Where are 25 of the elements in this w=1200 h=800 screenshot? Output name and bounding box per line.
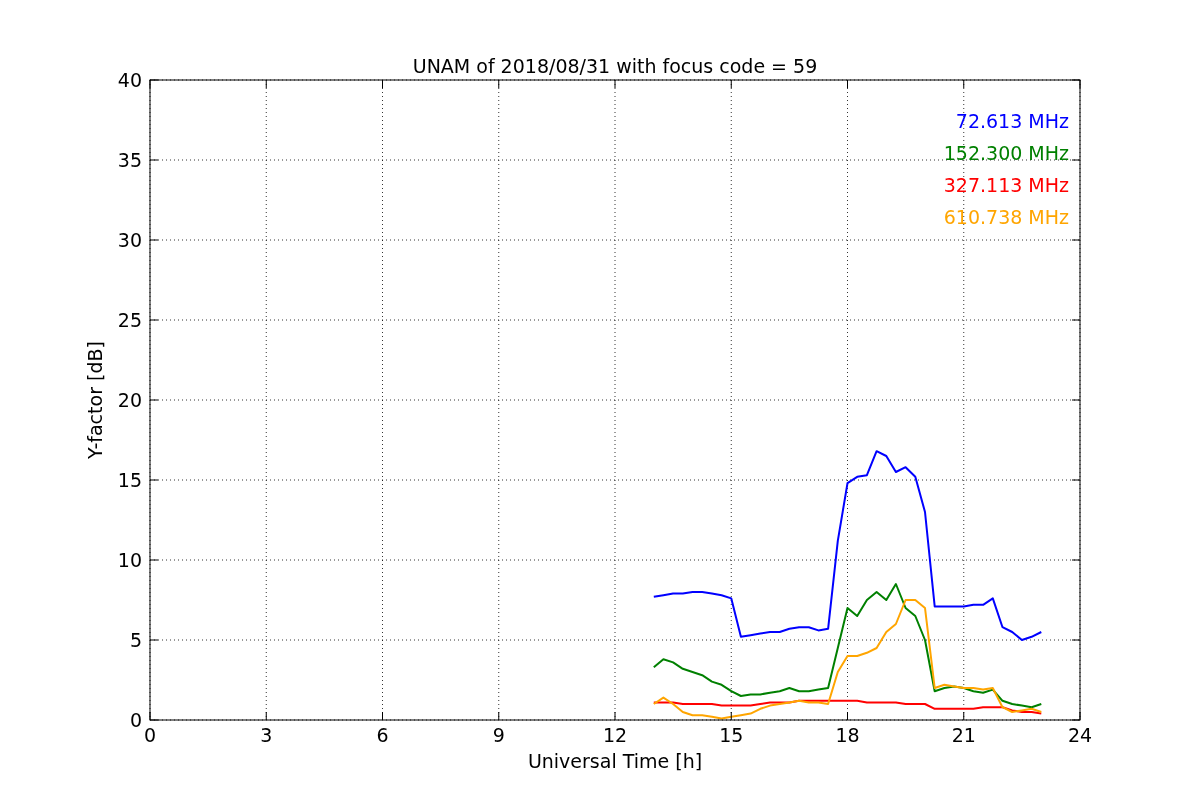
- tick-label: 0: [143, 724, 157, 746]
- tick-label: 18: [835, 724, 860, 746]
- tick-label: 15: [117, 469, 142, 491]
- legend-label: 327.113 MHz: [943, 174, 1069, 196]
- legend-label: 72.613 MHz: [955, 110, 1069, 132]
- tick-label: 5: [129, 629, 142, 651]
- tick-label: 10: [117, 549, 142, 571]
- tick-label: 20: [117, 389, 142, 411]
- tick-label: 9: [492, 724, 505, 746]
- tick-label: 25: [117, 309, 142, 331]
- tick-label: 40: [117, 69, 142, 91]
- tick-label: 30: [117, 229, 142, 251]
- tick-label: 6: [376, 724, 389, 746]
- chart-title: UNAM of 2018/08/31 with focus code = 59: [412, 55, 818, 77]
- tick-label: 24: [1067, 724, 1093, 746]
- tick-label: 0: [129, 709, 142, 731]
- x-axis-label: Universal Time [h]: [527, 750, 703, 772]
- tick-label: 15: [719, 724, 744, 746]
- legend-label: 610.738 MHz: [943, 206, 1069, 228]
- tick-label: 3: [260, 724, 273, 746]
- legend-label: 152.300 MHz: [943, 142, 1069, 164]
- tick-label: 12: [602, 724, 628, 746]
- y-axis-label: Y-factor [dB]: [84, 341, 106, 459]
- tick-label: 35: [117, 149, 142, 171]
- tick-label: 21: [951, 724, 976, 746]
